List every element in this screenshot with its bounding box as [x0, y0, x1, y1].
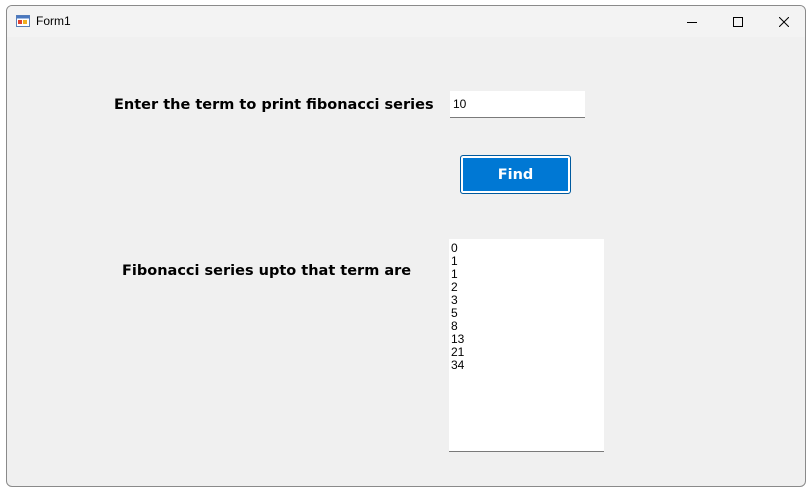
window-title: Form1 — [36, 14, 71, 28]
form-window: Form1 Enter the term to print fibonacci … — [6, 5, 806, 487]
list-item[interactable]: 13 — [451, 333, 602, 346]
result-label: Fibonacci series upto that term are — [122, 263, 412, 279]
minimize-button[interactable] — [669, 6, 715, 37]
list-item[interactable]: 34 — [451, 359, 602, 372]
minimize-icon — [687, 17, 697, 27]
term-input[interactable] — [450, 91, 585, 118]
list-item[interactable]: 2 — [451, 281, 602, 294]
close-icon — [779, 16, 789, 27]
maximize-button[interactable] — [715, 6, 761, 37]
maximize-icon — [733, 16, 743, 27]
result-listbox[interactable]: 0 1 1 2 3 5 8 13 21 34 — [449, 239, 604, 452]
close-button[interactable] — [761, 6, 805, 37]
form-app-icon — [16, 14, 30, 28]
find-button[interactable]: Find — [460, 155, 571, 194]
title-bar[interactable]: Form1 — [7, 6, 805, 37]
term-label: Enter the term to print fibonacci series — [114, 97, 434, 113]
list-item[interactable]: 8 — [451, 320, 602, 333]
list-item[interactable]: 1 — [451, 255, 602, 268]
list-item[interactable]: 1 — [451, 268, 602, 281]
list-item[interactable]: 5 — [451, 307, 602, 320]
list-item[interactable]: 21 — [451, 346, 602, 359]
list-item[interactable]: 0 — [451, 242, 602, 255]
list-item[interactable]: 3 — [451, 294, 602, 307]
